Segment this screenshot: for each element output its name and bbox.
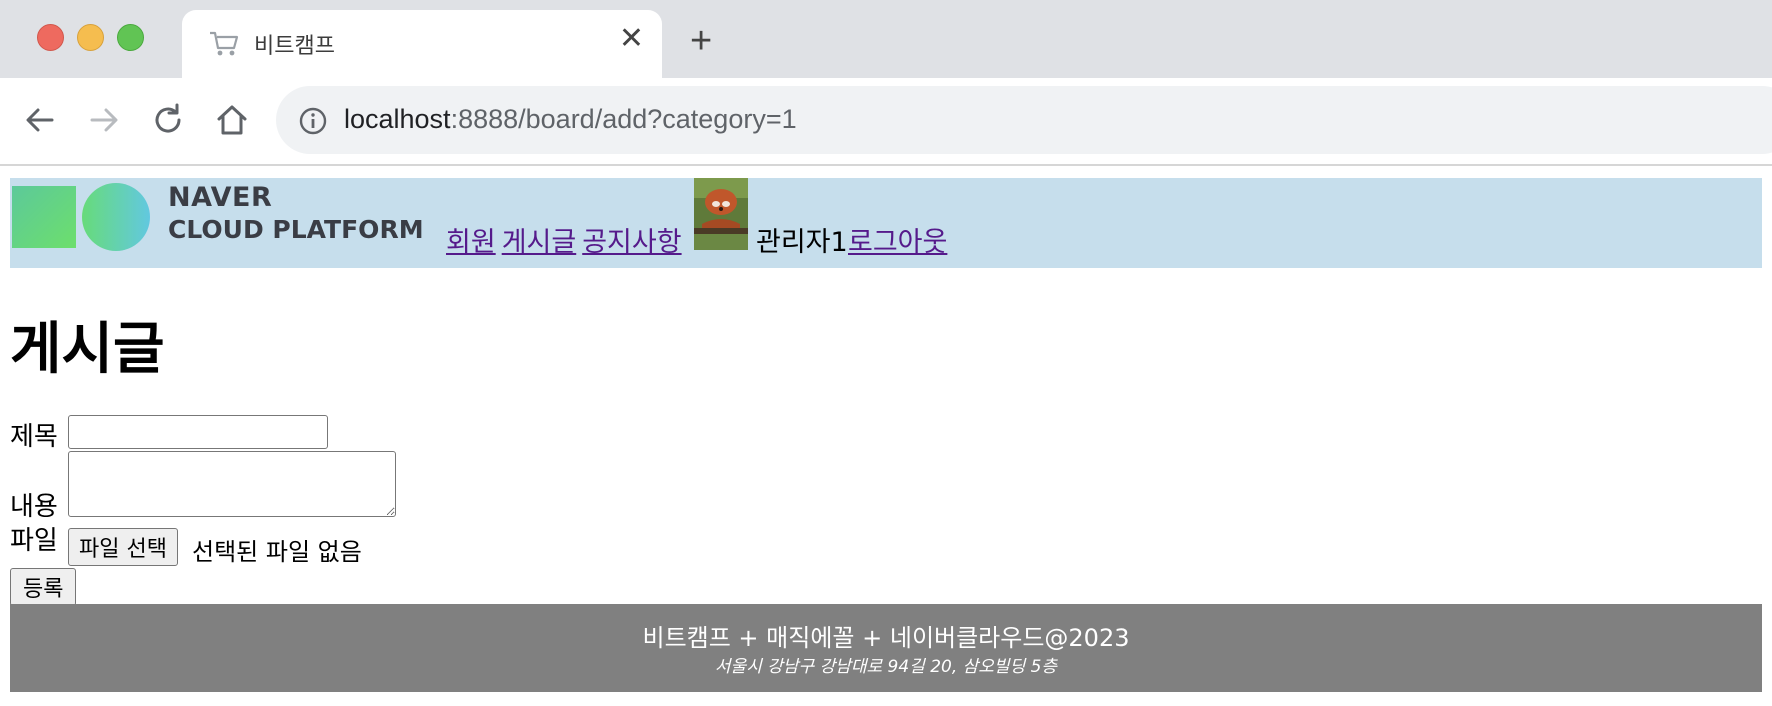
logo-line-cloud-platform: CLOUD PLATFORM [168,215,424,244]
user-avatar [694,178,748,250]
url-text: localhost:8888/board/add?category=1 [344,104,797,135]
logo-text: NAVER CLOUD PLATFORM [168,182,424,246]
footer-copyright: 비트캠프 + 매직에꼴 + 네이버클라우드@2023 [642,624,1130,652]
file-label: 파일 [10,526,58,556]
window-maximize-button[interactable] [117,24,144,51]
file-status-text: 선택된 파일 없음 [192,538,362,566]
browser-tab-bar: 비트캠프 ✕ + [0,0,1772,78]
logo-line-naver: NAVER [168,182,273,213]
nav-link-board[interactable]: 게시글 [502,227,577,258]
tab-title: 비트캠프 [254,33,335,58]
title-label: 제목 [10,422,58,452]
cart-icon [210,31,239,56]
content-textarea[interactable] [68,451,396,517]
browser-toolbar: localhost:8888/board/add?category=1 [0,78,1772,166]
address-bar[interactable]: localhost:8888/board/add?category=1 [276,86,1772,154]
title-input[interactable] [68,415,328,449]
site-footer: 비트캠프 + 매직에꼴 + 네이버클라우드@2023 서울시 강남구 강남대로 … [10,604,1762,692]
main-nav: 회원 게시글 공지사항 [446,220,688,259]
logout-link[interactable]: 로그아웃 [848,220,947,259]
choose-file-button[interactable]: 파일 선택 [68,528,178,566]
home-icon[interactable] [214,102,250,138]
back-arrow-icon[interactable] [22,102,58,138]
nav-link-members[interactable]: 회원 [446,227,496,258]
forward-arrow-icon[interactable] [86,102,122,138]
submit-button[interactable]: 등록 [10,568,77,606]
window-minimize-button[interactable] [77,24,104,51]
page-content: NAVER CLOUD PLATFORM 회원 게시글 공지사항 관리자1 로그아웃… [0,166,1772,706]
window-close-button[interactable] [37,24,64,51]
naver-cloud-logo-icon [12,183,150,251]
info-icon[interactable] [298,106,328,136]
new-tab-button[interactable]: + [690,22,712,60]
site-header: NAVER CLOUD PLATFORM 회원 게시글 공지사항 관리자1 로그아웃 [10,178,1762,268]
user-name: 관리자1 [756,227,848,258]
page-title: 게시글 [10,317,165,382]
browser-tab[interactable]: 비트캠프 ✕ [182,10,662,78]
reload-icon[interactable] [150,102,186,138]
content-label: 내용 [10,492,58,522]
url-host: localhost [344,104,451,134]
close-tab-icon[interactable]: ✕ [619,24,644,54]
url-path: :8888/board/add?category=1 [450,104,797,134]
nav-link-notice[interactable]: 공지사항 [582,227,681,258]
footer-address: 서울시 강남구 강남대로 94길 20, 삼오빌딩 5층 [714,657,1058,677]
